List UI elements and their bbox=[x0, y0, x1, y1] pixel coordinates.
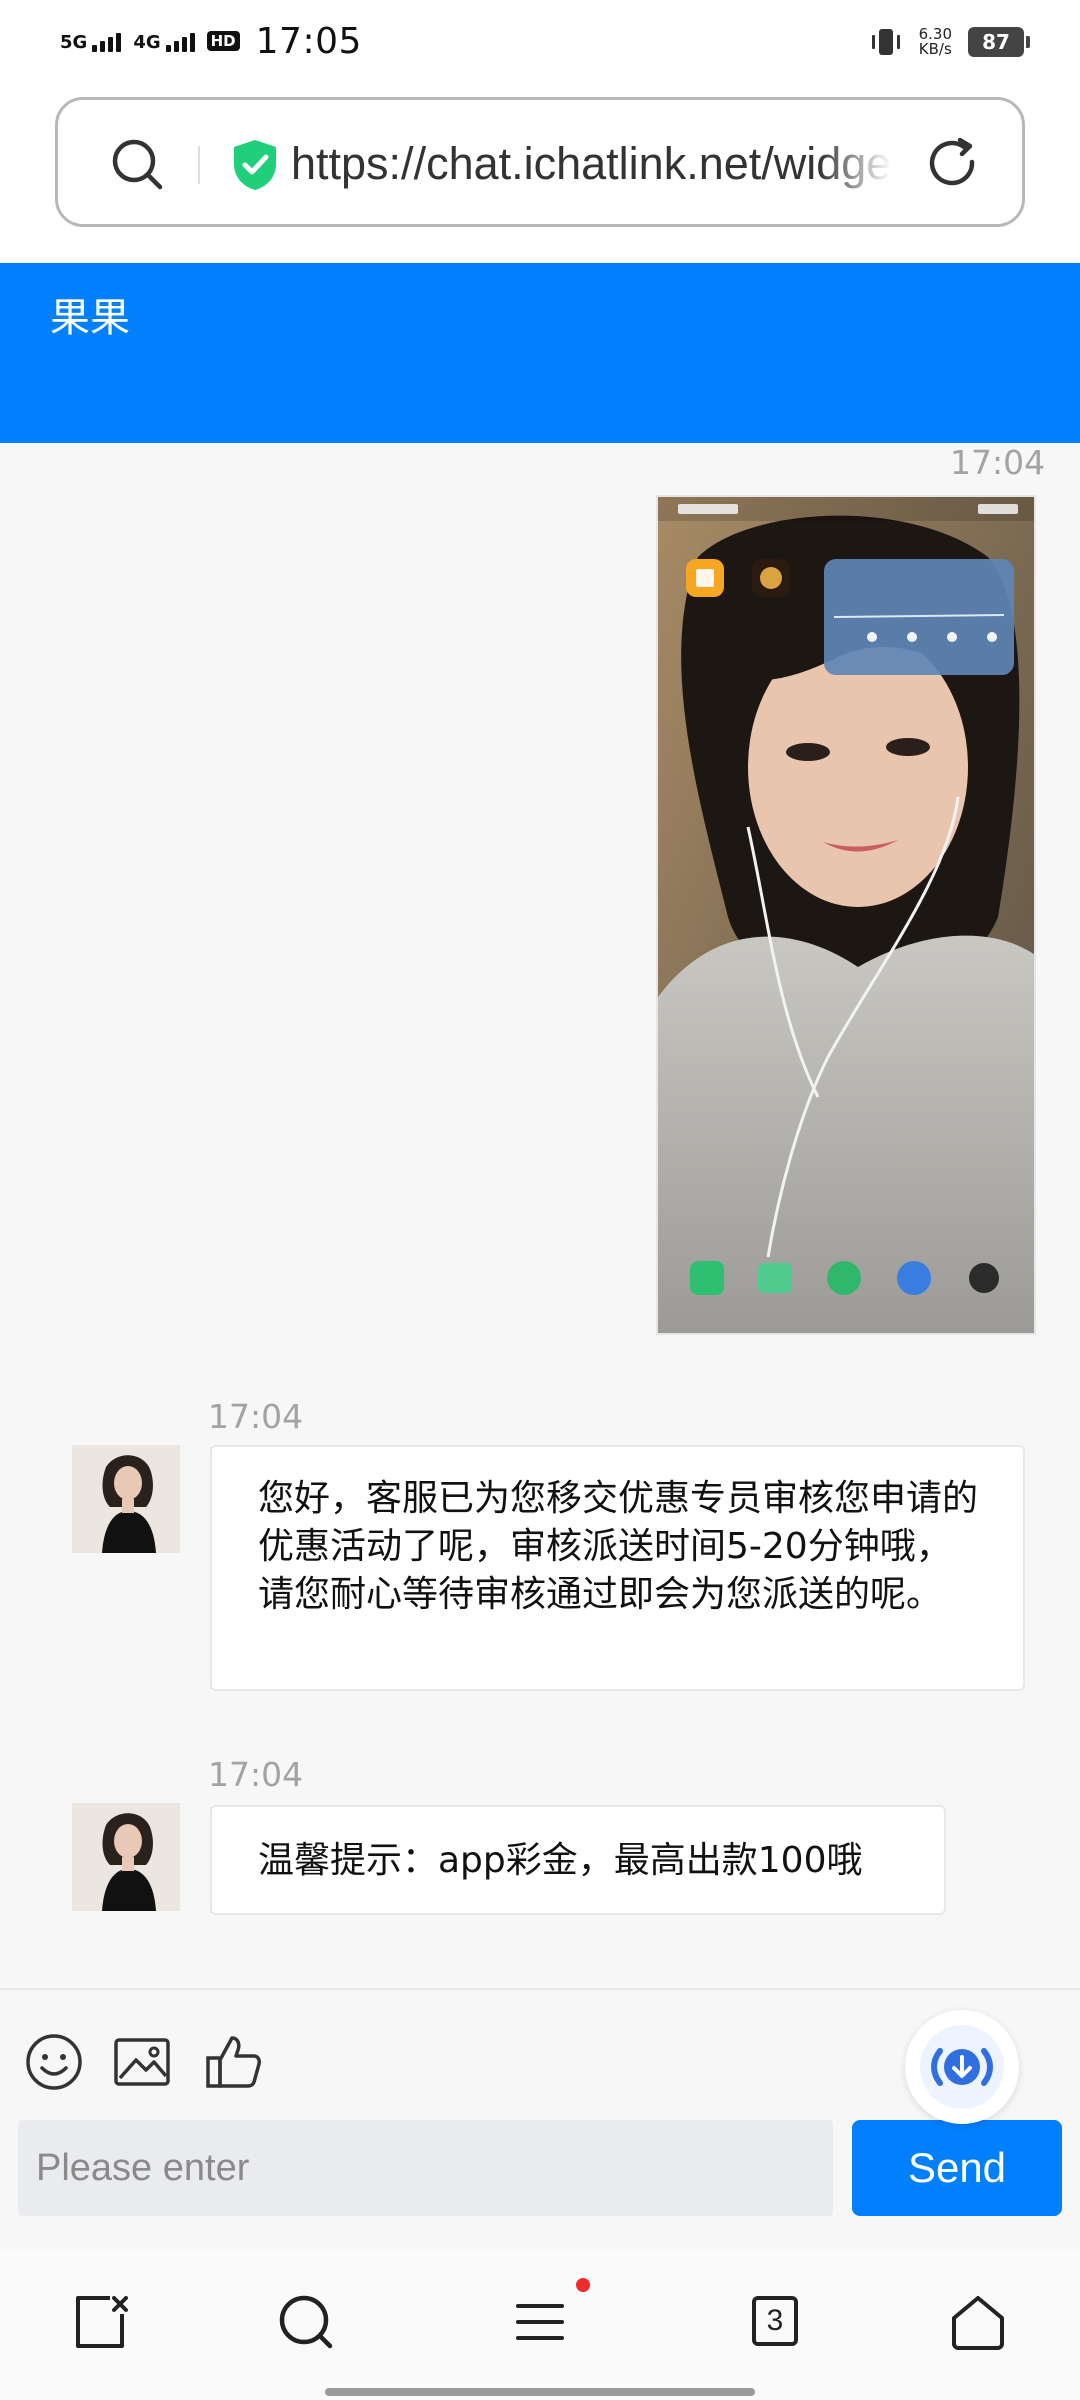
search-icon[interactable] bbox=[108, 135, 168, 195]
chat-body[interactable]: 17:04 17:04 您好，客服已为您移交优惠专员审核您申请的优惠活动了呢，审… bbox=[0, 443, 1080, 1988]
battery-level: 87 bbox=[982, 30, 1010, 54]
home-icon[interactable] bbox=[946, 2290, 1010, 2354]
emoji-icon[interactable] bbox=[22, 2030, 86, 2094]
url-divider bbox=[198, 146, 200, 184]
signal-5g: 5G bbox=[60, 30, 122, 53]
reload-icon[interactable] bbox=[924, 134, 984, 194]
message-text: 您好，客服已为您移交优惠专员审核您申请的优惠活动了呢，审核派送时间5-20分钟哦… bbox=[258, 1478, 979, 1615]
battery-icon: 87 bbox=[968, 27, 1030, 57]
broadcast-download-icon bbox=[920, 2025, 1004, 2109]
home-indicator[interactable] bbox=[325, 2388, 755, 2396]
floating-action-button[interactable] bbox=[905, 2010, 1019, 2124]
send-button[interactable]: Send bbox=[852, 2120, 1062, 2216]
screenshot-photo bbox=[658, 497, 1034, 1333]
message-timestamp: 17:04 bbox=[208, 1755, 304, 1794]
chat-title: 果果 bbox=[50, 295, 130, 341]
image-icon[interactable] bbox=[110, 2030, 174, 2094]
network-5g-label: 5G bbox=[60, 32, 88, 53]
notification-dot bbox=[576, 2278, 590, 2292]
hd-badge: HD bbox=[206, 31, 240, 51]
menu-icon[interactable] bbox=[508, 2290, 572, 2354]
message-bubble[interactable]: 温馨提示：app彩金，最高出款100哦 bbox=[210, 1805, 946, 1915]
signal-bars-icon bbox=[165, 30, 195, 52]
message-timestamp: 17:04 bbox=[950, 443, 1046, 482]
avatar-photo bbox=[72, 1803, 180, 1911]
avatar[interactable] bbox=[72, 1803, 180, 1911]
close-page-icon[interactable] bbox=[70, 2290, 134, 2354]
avatar[interactable] bbox=[72, 1445, 180, 1553]
status-time: 17:05 bbox=[255, 20, 362, 62]
message-input[interactable] bbox=[18, 2120, 833, 2216]
secure-shield-icon bbox=[234, 140, 276, 190]
status-left: 5G 4G HD 17:05 bbox=[60, 18, 362, 64]
url-bar[interactable]: https://chat.ichatlink.net/widget bbox=[55, 97, 1025, 227]
speed-unit: KB/s bbox=[918, 40, 952, 58]
message-bubble[interactable]: 您好，客服已为您移交优惠专员审核您申请的优惠活动了呢，审核派送时间5-20分钟哦… bbox=[210, 1445, 1025, 1691]
search-icon[interactable] bbox=[274, 2290, 338, 2354]
url-text[interactable]: https://chat.ichatlink.net/widget bbox=[291, 132, 891, 196]
network-4g-label: 4G bbox=[133, 32, 161, 53]
tabs-count-button[interactable]: 3 bbox=[752, 2296, 798, 2346]
signal-bars-icon bbox=[92, 30, 122, 52]
status-bar: 5G 4G HD 17:05 6.30 KB/s 87 bbox=[0, 0, 1080, 80]
browser-bottom-nav bbox=[0, 2250, 1080, 2400]
image-message[interactable] bbox=[656, 495, 1036, 1335]
status-right: 6.30 KB/s 87 bbox=[869, 20, 1030, 64]
vibrate-icon bbox=[869, 27, 903, 57]
network-speed: 6.30 KB/s bbox=[919, 27, 952, 57]
thumbs-up-icon[interactable] bbox=[202, 2030, 266, 2094]
signal-4g: 4G bbox=[133, 30, 195, 53]
message-text: 温馨提示：app彩金，最高出款100哦 bbox=[258, 1840, 863, 1881]
avatar-photo bbox=[72, 1445, 180, 1553]
message-timestamp: 17:04 bbox=[208, 1397, 304, 1436]
chat-header: 果果 bbox=[0, 263, 1080, 443]
